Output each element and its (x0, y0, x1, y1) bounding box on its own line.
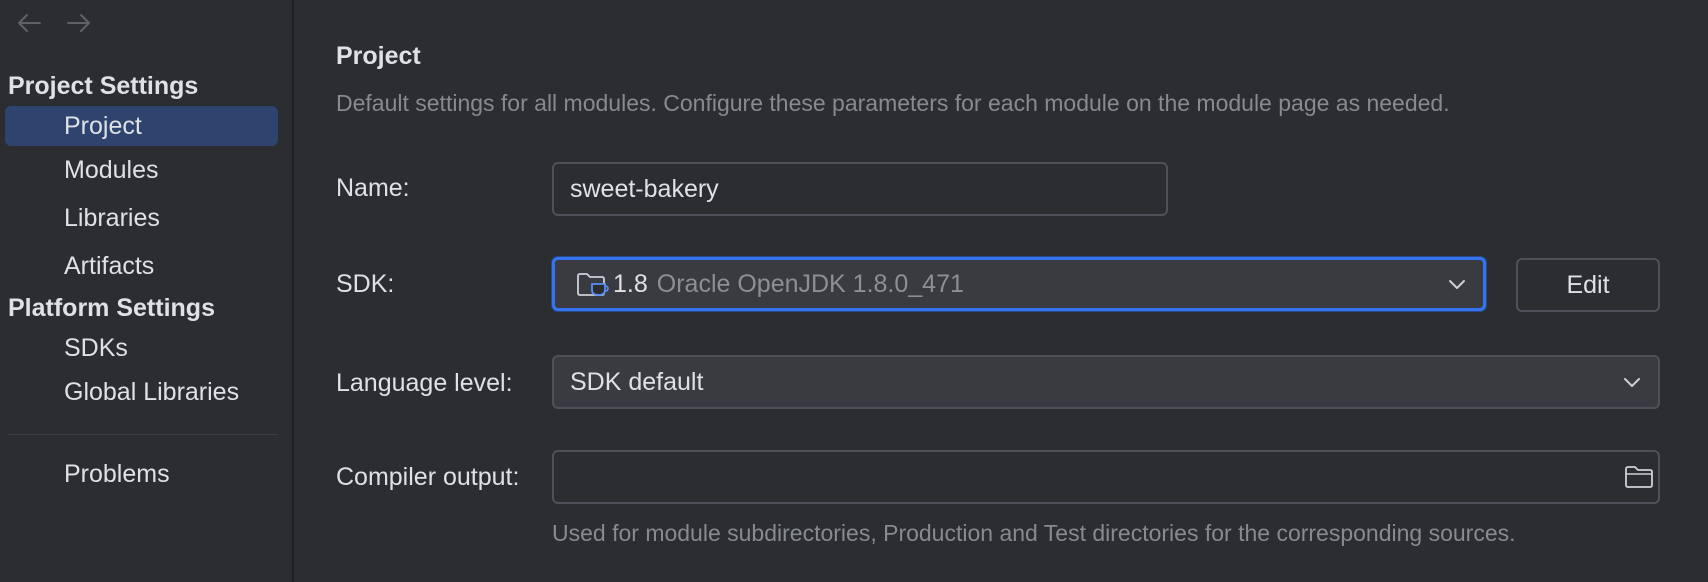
sidebar-item-libraries[interactable]: Libraries (5, 198, 278, 238)
sdk-version: 1.8 (613, 270, 648, 298)
compiler-output-label: Compiler output: (336, 463, 520, 491)
sidebar-item-modules[interactable]: Modules (5, 150, 278, 190)
sdk-folder-icon (577, 273, 609, 296)
sidebar-item-problems[interactable]: Problems (5, 454, 278, 494)
folder-icon[interactable] (1624, 464, 1654, 490)
chevron-down-icon (1624, 378, 1640, 387)
sidebar-item-artifacts[interactable]: Artifacts (5, 246, 278, 286)
sidebar: Project Settings Project Modules Librari… (0, 0, 294, 582)
sidebar-item-sdks[interactable]: SDKs (5, 328, 278, 368)
page-description: Default settings for all modules. Config… (336, 90, 1450, 116)
language-level-value: SDK default (570, 368, 704, 396)
language-level-label: Language level: (336, 369, 513, 397)
name-label: Name: (336, 174, 410, 202)
compiler-output-hint: Used for module subdirectories, Producti… (552, 520, 1516, 546)
forward-button[interactable] (64, 8, 94, 38)
back-arrow-icon (18, 14, 41, 32)
section-title-platform-settings: Platform Settings (8, 294, 215, 322)
compiler-output-field[interactable] (552, 450, 1660, 504)
name-field[interactable]: sweet-bakery (552, 162, 1168, 216)
main-panel: Project Default settings for all modules… (294, 0, 1708, 582)
sidebar-item-global-libraries[interactable]: Global Libraries (5, 372, 278, 412)
sidebar-divider (8, 434, 278, 435)
page-title: Project (336, 42, 421, 70)
sdk-label: SDK: (336, 270, 395, 298)
section-title-project-settings: Project Settings (8, 72, 199, 100)
back-button[interactable] (14, 8, 44, 38)
forward-arrow-icon (67, 14, 90, 32)
sdk-combobox[interactable]: 1.8 Oracle OpenJDK 1.8.0_471 (552, 257, 1486, 311)
sdk-edit-button[interactable]: Edit (1516, 258, 1660, 312)
sdk-detail: Oracle OpenJDK 1.8.0_471 (656, 270, 964, 298)
language-level-combobox[interactable]: SDK default (552, 355, 1660, 409)
sidebar-item-project[interactable]: Project (5, 106, 278, 146)
nav-arrows (14, 8, 94, 38)
chevron-down-icon (1449, 280, 1465, 289)
project-structure-dialog: Project Settings Project Modules Librari… (0, 0, 1708, 582)
